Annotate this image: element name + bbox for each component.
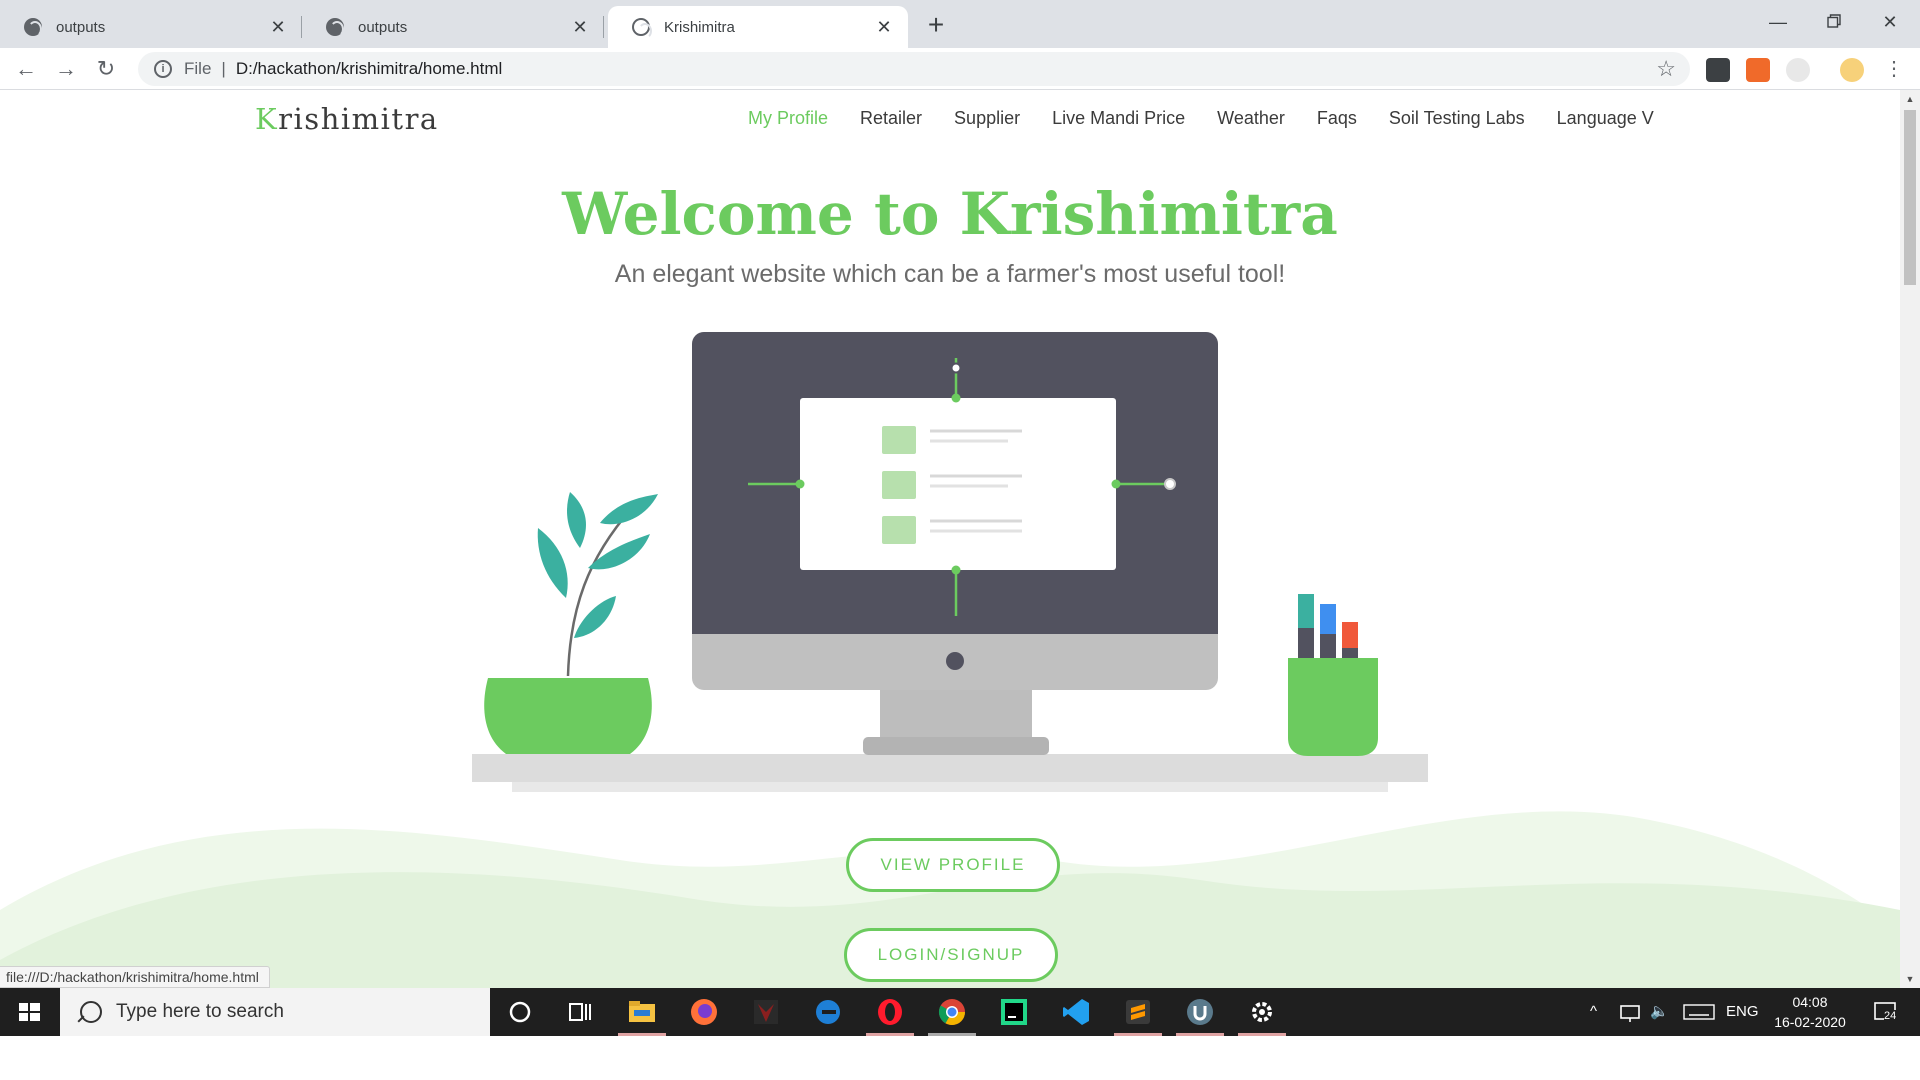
- globe-icon: [326, 18, 344, 37]
- nav-retailer[interactable]: Retailer: [860, 108, 922, 129]
- forward-button[interactable]: →: [50, 52, 82, 86]
- ubuntu-icon[interactable]: [1184, 996, 1216, 1028]
- address-bar[interactable]: i File | D:/hackathon/krishimitra/home.h…: [138, 52, 1690, 86]
- pycharm-icon[interactable]: [998, 996, 1030, 1028]
- chrome-icon[interactable]: [936, 996, 968, 1028]
- new-tab-button[interactable]: +: [920, 10, 952, 42]
- minimize-button[interactable]: —: [1750, 4, 1806, 40]
- tab-title: outputs: [358, 18, 408, 36]
- clock-time: 04:08: [1792, 994, 1828, 1010]
- windows-logo-icon: [19, 1003, 40, 1021]
- browser-tab-1[interactable]: outputs ✕: [0, 6, 302, 48]
- network-icon[interactable]: [1618, 996, 1642, 1028]
- hero-title: Welcome to Krishimitra: [562, 180, 1338, 248]
- close-tab-icon[interactable]: ✕: [268, 17, 288, 38]
- desk-illustration: [472, 332, 1428, 792]
- globe-icon: [24, 18, 42, 37]
- search-placeholder: Type here to search: [116, 1001, 284, 1022]
- notifications-button[interactable]: 24: [1872, 998, 1900, 1026]
- extension-game-icon[interactable]: [1706, 58, 1730, 82]
- bookmark-star-icon[interactable]: ☆: [1656, 56, 1676, 82]
- logo-text: rishimitra: [278, 102, 439, 136]
- potted-plant: [484, 492, 658, 754]
- login-signup-button[interactable]: LOGIN/SIGNUP: [844, 928, 1058, 982]
- extension-off-icon[interactable]: [1746, 58, 1770, 82]
- settings-icon[interactable]: [1246, 996, 1278, 1028]
- scroll-thumb[interactable]: [1904, 110, 1916, 285]
- browser-tab-active[interactable]: Krishimitra ✕: [608, 6, 908, 48]
- scroll-up-icon[interactable]: ▲: [1904, 93, 1916, 105]
- site-navigation: My Profile Retailer Supplier Live Mandi …: [748, 108, 1686, 129]
- nav-supplier[interactable]: Supplier: [954, 108, 1020, 129]
- url-path: D:/hackathon/krishimitra/home.html: [235, 59, 503, 78]
- search-icon: [80, 1001, 102, 1023]
- notification-count: 24: [1884, 1010, 1897, 1022]
- tab-title: outputs: [56, 18, 106, 36]
- cortana-icon[interactable]: [504, 996, 536, 1028]
- edge-icon[interactable]: [812, 996, 844, 1028]
- tab-title: Krishimitra: [664, 18, 735, 36]
- start-button[interactable]: [0, 988, 58, 1036]
- close-tab-icon[interactable]: ✕: [570, 17, 590, 38]
- view-profile-button[interactable]: VIEW PROFILE: [846, 838, 1060, 892]
- system-clock[interactable]: 04:08 16-02-2020: [1752, 992, 1868, 1032]
- browser-tab-2[interactable]: outputs ✕: [302, 6, 604, 48]
- nav-my-profile[interactable]: My Profile: [748, 108, 828, 129]
- browser-toolbar: ← → ↻ i File | D:/hackathon/krishimitra/…: [0, 48, 1920, 90]
- scroll-down-icon[interactable]: ▼: [1904, 973, 1916, 985]
- nav-weather[interactable]: Weather: [1217, 108, 1285, 129]
- vscode-icon[interactable]: [1060, 996, 1092, 1028]
- keyboard-icon[interactable]: [1682, 996, 1716, 1028]
- opera-icon[interactable]: [874, 996, 906, 1028]
- sublime-icon[interactable]: [1122, 996, 1154, 1028]
- nav-live-mandi-price[interactable]: Live Mandi Price: [1052, 108, 1185, 129]
- menu-kebab-icon[interactable]: ⋮: [1878, 52, 1910, 86]
- volume-icon[interactable]: 🔈: [1650, 988, 1669, 1036]
- task-view-icon[interactable]: [564, 996, 596, 1028]
- file-explorer-icon[interactable]: [626, 996, 658, 1028]
- page-viewport: Krishimitra My Profile Retailer Supplier…: [0, 90, 1900, 988]
- back-button[interactable]: ←: [10, 52, 42, 86]
- pen-holder: [1288, 594, 1378, 756]
- nav-language[interactable]: Language V: [1557, 108, 1654, 129]
- info-icon[interactable]: i: [154, 60, 172, 78]
- predator-icon[interactable]: [750, 996, 782, 1028]
- site-logo[interactable]: Krishimitra: [255, 102, 439, 136]
- url-separator: |: [221, 59, 226, 78]
- close-tab-icon[interactable]: ✕: [874, 17, 894, 38]
- link-status-bar: file:///D:/hackathon/krishimitra/home.ht…: [0, 966, 270, 988]
- nav-soil-testing-labs[interactable]: Soil Testing Labs: [1389, 108, 1525, 129]
- hero-subtitle: An elegant website which can be a farmer…: [614, 260, 1286, 288]
- url-scheme: File: [184, 59, 212, 78]
- restore-button[interactable]: [1806, 4, 1862, 40]
- tray-chevron-icon[interactable]: ^: [1590, 988, 1597, 1036]
- globe-icon: [632, 18, 652, 39]
- extension-timer-icon[interactable]: [1786, 58, 1810, 82]
- clock-date: 16-02-2020: [1774, 1014, 1846, 1030]
- firefox-icon[interactable]: [688, 996, 720, 1028]
- reload-button[interactable]: ↻: [90, 52, 122, 86]
- taskbar-search[interactable]: Type here to search: [60, 988, 490, 1036]
- profile-avatar[interactable]: [1840, 58, 1864, 82]
- windows-taskbar: Type here to search ^ 🔈 ENG 04:08 16-02-…: [0, 988, 1920, 1036]
- outside-screen-area: [0, 1036, 1920, 1080]
- logo-initial: K: [255, 102, 279, 136]
- nav-faqs[interactable]: Faqs: [1317, 108, 1357, 129]
- desk-shelf: [472, 754, 1428, 792]
- page-scrollbar[interactable]: ▲ ▼: [1900, 90, 1920, 988]
- close-window-button[interactable]: ✕: [1862, 4, 1918, 40]
- restore-icon: [1827, 14, 1841, 28]
- tab-strip: outputs ✕ outputs ✕ Krishimitra ✕ + — ✕: [0, 0, 1920, 48]
- monitor: [692, 332, 1218, 755]
